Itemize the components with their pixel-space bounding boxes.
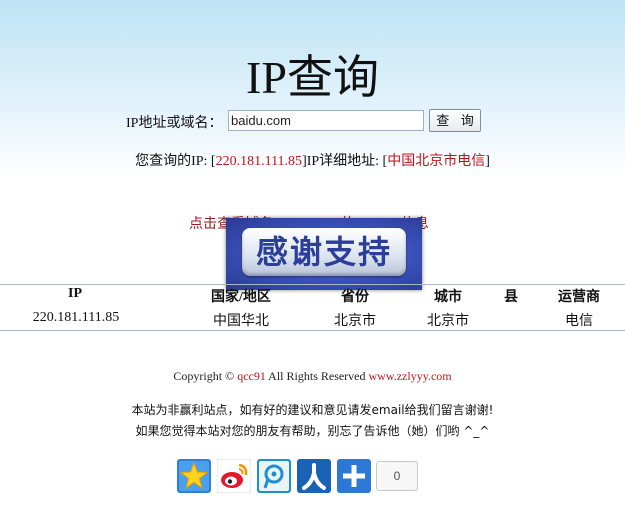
share-count: 0 [376,461,418,491]
table-header-isp: 运营商 [558,290,600,305]
weibo-icon [216,458,252,494]
page-title: IP查询 [246,52,379,103]
table-header-province: 省份 [341,290,369,305]
author-link[interactable]: qcc91 [237,369,266,383]
table-cell-ip: 220.181.111.85 [32,310,120,325]
result-location: 中国北京市电信 [387,154,486,169]
copyright-line: Copyright © qcc91 All Rights Reserved ww… [0,369,625,384]
table-cell-isp: 电信 [565,314,593,329]
tencent-weibo-share-button[interactable] [257,459,291,493]
thanks-banner[interactable]: 感谢支持 [226,218,422,290]
weibo-share-button[interactable] [216,458,252,494]
footer-note-2: 如果您觉得本站对您的朋友有帮助，别忘了告诉他（她）们哟 ^_^ [135,424,490,438]
result-ip: 220.181.111.85 [215,154,303,169]
qzone-icon [177,459,211,493]
result-suffix: ] [485,154,490,169]
table-top-rule [0,284,625,285]
copyright-prefix: Copyright © [173,369,238,383]
qzone-share-button[interactable] [177,459,211,493]
tencent-weibo-icon [257,459,291,493]
copyright-rights: All Rights Reserved [265,369,369,383]
search-input[interactable] [228,110,424,131]
result-middle: ]IP详细地址: [ [302,154,388,169]
table-cell-province: 北京市 [334,314,376,329]
site-link[interactable]: www.zzlyyy.com [369,369,452,383]
table-cell-city: 北京市 [427,314,469,329]
more-share-icon [337,459,371,493]
result-line: 您查询的IP: [220.181.111.85]IP详细地址: [中国北京市电信… [0,150,625,170]
thanks-banner-text: 感谢支持 [255,233,392,271]
table-header-county: 县 [504,290,518,305]
search-button[interactable]: 查 询 [429,109,481,132]
table-header-city: 城市 [434,290,462,305]
search-label: IP地址或域名： [126,116,223,131]
result-prefix: 您查询的IP: [ [135,154,216,169]
footer-note-1: 本站为非赢利站点，如有好的建议和意见请发email给我们留言谢谢! [131,403,494,417]
table-bottom-rule [0,330,625,331]
renren-icon [297,459,331,493]
more-share-button[interactable] [337,459,371,493]
table-cell-country: 中国华北 [213,314,269,329]
table-header-ip: IP [68,286,82,301]
thanks-banner-plate: 感谢支持 [242,228,406,276]
renren-share-button[interactable] [297,459,331,493]
table-header-country: 国家/地区 [211,290,271,305]
